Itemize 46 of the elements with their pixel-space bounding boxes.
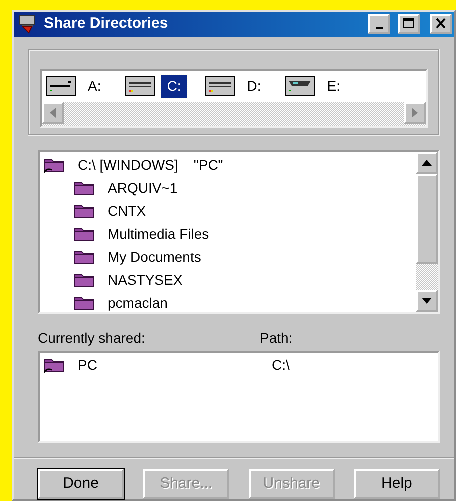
minimize-icon (376, 27, 382, 30)
dialog-button[interactable]: Help (354, 469, 440, 499)
up-arrow-icon (422, 160, 432, 166)
drive-item[interactable]: E: (321, 74, 346, 98)
tree-item[interactable]: ARQUIV~1 (108, 176, 178, 200)
vertical-scrollbar[interactable] (416, 152, 438, 312)
tree-item[interactable]: My Documents (108, 246, 202, 269)
shared-path: C:\ (272, 356, 290, 375)
close-button[interactable] (430, 14, 452, 34)
folder-icon (74, 226, 96, 242)
minimize-button[interactable] (368, 14, 390, 34)
scroll-right-button[interactable] (404, 102, 426, 124)
folder-icon (74, 203, 96, 220)
dialog-button[interactable]: Done (38, 469, 124, 499)
folder-icon (74, 249, 96, 266)
close-icon (435, 18, 447, 30)
left-arrow-icon (50, 108, 56, 118)
drive-item[interactable]: D: (241, 74, 268, 98)
scroll-up-button[interactable] (416, 152, 438, 174)
right-arrow-icon (412, 108, 418, 118)
scroll-down-button[interactable] (416, 290, 438, 312)
shared-folder-icon (44, 357, 66, 374)
floppy-drive-icon (46, 76, 76, 96)
column-header: Path: (260, 328, 293, 348)
maximize-icon (403, 18, 415, 30)
folder-icon (74, 272, 96, 288)
column-header: Currently shared: (38, 328, 146, 348)
tree-item[interactable]: Multimedia Files (108, 222, 210, 246)
drive-item[interactable]: C: (161, 74, 188, 98)
scroll-thumb[interactable] (416, 174, 438, 264)
folder-icon (74, 180, 96, 196)
app-icon (18, 14, 38, 34)
horizontal-scrollbar[interactable] (42, 102, 426, 126)
cd-drive-icon (285, 76, 316, 96)
down-arrow-icon (422, 298, 432, 304)
folder-icon (74, 295, 96, 312)
window-title: Share Directories (44, 14, 170, 34)
tree-item[interactable]: C:\ [WINDOWS] "PC" (78, 154, 224, 177)
drive-item[interactable]: A: (82, 74, 108, 98)
maximize-button[interactable] (398, 14, 420, 34)
shared-name[interactable]: PC (78, 354, 260, 376)
tree-item[interactable]: CNTX (108, 200, 146, 223)
tree-item[interactable]: pcmaclan (108, 292, 168, 315)
hard-drive-icon (205, 76, 236, 96)
scroll-left-button[interactable] (42, 102, 64, 124)
tree-item[interactable]: NASTYSEX (108, 268, 183, 292)
